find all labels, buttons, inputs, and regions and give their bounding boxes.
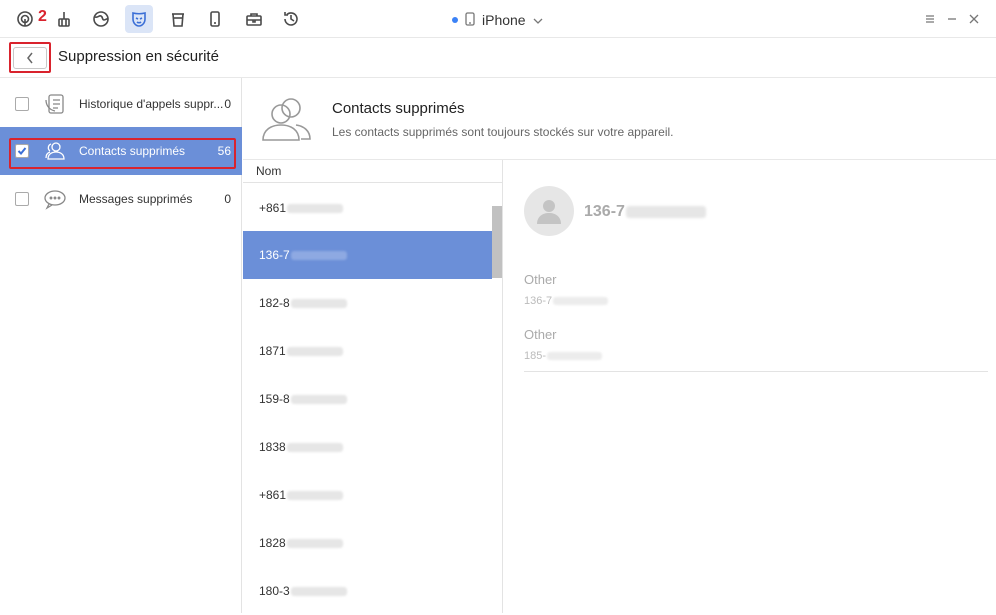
redacted-text xyxy=(290,394,347,404)
checkmark-icon xyxy=(17,147,27,155)
person-icon xyxy=(537,200,561,224)
list-item[interactable]: 159-8 xyxy=(243,375,492,423)
redacted-text xyxy=(290,586,347,596)
device-name: iPhone xyxy=(482,12,526,28)
phone-field-label: Other xyxy=(524,327,557,342)
back-button[interactable] xyxy=(13,47,47,69)
sidebar-item-call-history[interactable]: Historique d'appels suppr... 0 xyxy=(0,80,242,128)
avatar xyxy=(524,186,574,236)
sidebar-item-count: 0 xyxy=(224,97,231,111)
list-scrollbar[interactable] xyxy=(492,206,502,278)
broom-icon[interactable] xyxy=(50,5,78,33)
phone-field-label: Other xyxy=(524,272,557,287)
list-item[interactable]: 182-8 xyxy=(243,279,492,327)
list-item[interactable]: 136-7 xyxy=(243,231,492,279)
trash-bin-icon[interactable] xyxy=(164,5,192,33)
sidebar-item-count: 56 xyxy=(217,144,231,158)
menu-icon[interactable] xyxy=(922,11,938,27)
phone-field-value: 185- xyxy=(524,350,603,362)
connection-status-dot xyxy=(452,17,458,23)
redacted-text xyxy=(286,538,343,548)
sidebar-item-label: Contacts supprimés xyxy=(79,144,186,158)
category-header: Contacts supprimés Les contacts supprimé… xyxy=(243,78,996,160)
redacted-text xyxy=(287,203,344,213)
detail-divider xyxy=(524,371,988,372)
list-item[interactable]: +861 xyxy=(243,471,492,519)
messages-checkbox[interactable] xyxy=(15,192,29,206)
globe-icon[interactable] xyxy=(87,5,115,33)
history-icon[interactable] xyxy=(277,5,305,33)
list-item[interactable]: 1828 xyxy=(243,519,492,567)
contacts-checkbox[interactable] xyxy=(15,144,29,158)
contacts-icon xyxy=(42,138,68,164)
page-title: Suppression en sécurité xyxy=(58,48,219,65)
mask-icon[interactable] xyxy=(125,5,153,33)
chevron-down-icon xyxy=(533,12,543,28)
chevron-left-icon xyxy=(27,52,33,64)
redacted-text xyxy=(286,346,343,356)
list-item[interactable]: 180-3 xyxy=(243,567,492,615)
contact-detail: 136-7 Other 136-7 Other 185- xyxy=(504,160,996,613)
page-header: Suppression en sécurité xyxy=(0,38,996,78)
annotation-step-2: 2 xyxy=(38,8,47,25)
sidebar-item-label: Messages supprimés xyxy=(79,192,193,206)
call-history-icon xyxy=(42,91,68,117)
list-item[interactable]: 1871 xyxy=(243,327,492,375)
category-description: Les contacts supprimés sont toujours sto… xyxy=(332,125,674,139)
airbackup-icon[interactable] xyxy=(11,5,39,33)
sidebar-item-label: Historique d'appels suppr... xyxy=(79,97,224,111)
minimize-icon[interactable] xyxy=(944,11,960,27)
device-phone-icon xyxy=(465,11,475,29)
category-sidebar: Historique d'appels suppr... 0 Contacts … xyxy=(0,78,242,613)
close-icon[interactable] xyxy=(966,11,982,27)
phone-icon[interactable] xyxy=(201,5,229,33)
redacted-text xyxy=(286,442,343,452)
sidebar-item-count: 0 xyxy=(224,192,231,206)
redacted-text xyxy=(547,352,603,360)
contact-name: 136-7 xyxy=(584,203,706,221)
toolbar: iPhone xyxy=(0,0,996,38)
sidebar-item-messages[interactable]: Messages supprimés 0 xyxy=(0,175,242,223)
column-header-name[interactable]: Nom xyxy=(243,160,503,183)
list-item[interactable]: +861 xyxy=(243,184,492,232)
call-history-checkbox[interactable] xyxy=(15,97,29,111)
messages-icon xyxy=(42,186,68,212)
redacted-text xyxy=(553,297,609,305)
category-title: Contacts supprimés xyxy=(332,100,465,117)
device-selector[interactable]: iPhone xyxy=(452,10,543,30)
redacted-text xyxy=(290,250,347,260)
redacted-text xyxy=(287,490,344,500)
redacted-text xyxy=(290,298,347,308)
toolbox-icon[interactable] xyxy=(240,5,268,33)
phone-field-value: 136-7 xyxy=(524,295,609,307)
contacts-large-icon xyxy=(260,94,312,144)
contact-list: Nom +861 136-7 182-8 1871 159-8 1838 +86… xyxy=(243,160,503,613)
list-item[interactable]: 1838 xyxy=(243,423,492,471)
sidebar-item-contacts[interactable]: Contacts supprimés 56 xyxy=(0,127,242,175)
redacted-text xyxy=(625,206,706,218)
